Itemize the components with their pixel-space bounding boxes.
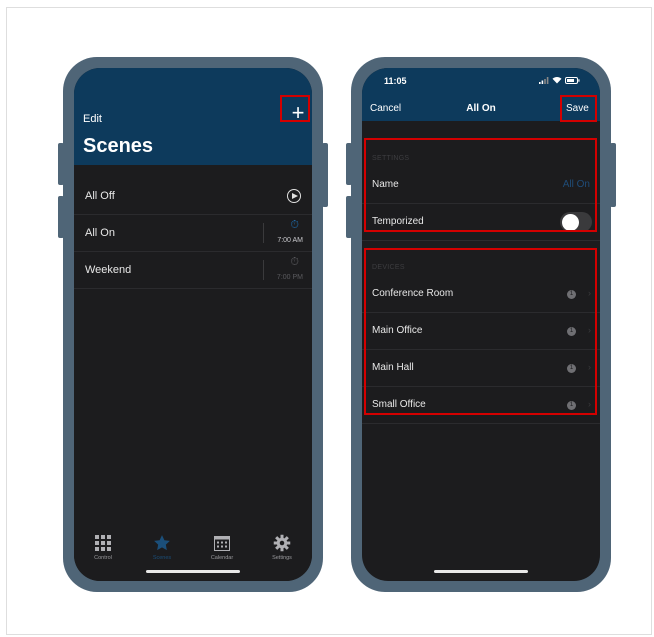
nav-header: 11:05 Cancel All On Save bbox=[362, 68, 600, 121]
play-icon[interactable] bbox=[287, 189, 301, 203]
status-time: 11:05 bbox=[384, 76, 407, 86]
grid-icon bbox=[78, 534, 128, 552]
toggle-knob bbox=[561, 213, 579, 231]
devices-section-header: DEVICES bbox=[372, 264, 405, 271]
name-row[interactable]: Name All On bbox=[362, 167, 600, 204]
gear-icon bbox=[257, 534, 307, 552]
tab-label: Control bbox=[94, 555, 112, 561]
tab-control[interactable]: Control bbox=[78, 534, 128, 561]
page-title: Scenes bbox=[83, 135, 154, 157]
scene-row-all-off[interactable]: All Off bbox=[74, 178, 312, 215]
wifi-icon bbox=[552, 76, 562, 84]
device-row-small-office[interactable]: Small Office 1 › bbox=[362, 387, 600, 424]
scene-name: All On bbox=[85, 227, 115, 239]
battery-icon bbox=[565, 76, 580, 84]
status-icons bbox=[539, 76, 580, 84]
tab-settings[interactable]: Settings bbox=[257, 534, 307, 561]
tab-label: Settings bbox=[272, 555, 292, 561]
scenes-header: Edit + Scenes bbox=[74, 68, 312, 165]
tab-label: Scenes bbox=[152, 555, 172, 561]
device-name: Main Office bbox=[372, 325, 423, 336]
scene-edit-screen: 11:05 Cancel All On Save SETTINGS Name A… bbox=[362, 68, 600, 581]
device-count-badge: 1 bbox=[567, 327, 576, 336]
edit-button[interactable]: Edit bbox=[83, 113, 102, 125]
device-count-badge: 1 bbox=[567, 364, 576, 373]
temporized-row: Temporized bbox=[362, 204, 600, 241]
star-icon bbox=[137, 534, 187, 552]
home-indicator bbox=[434, 570, 528, 573]
phone-scenes-list: Edit + Scenes All Off All On ⏱ 7:00 AM W… bbox=[58, 57, 328, 592]
tab-calendar[interactable]: Calendar bbox=[197, 534, 247, 561]
scene-row-weekend[interactable]: Weekend ⏱ 7:00 PM bbox=[74, 252, 312, 289]
tab-scenes[interactable]: Scenes bbox=[137, 534, 187, 561]
timer-icon: ⏱ bbox=[290, 219, 299, 231]
temporized-label: Temporized bbox=[372, 216, 424, 227]
divider bbox=[263, 223, 264, 243]
scene-time: 7:00 AM bbox=[277, 237, 303, 244]
scene-name: Weekend bbox=[85, 264, 132, 276]
calendar-icon bbox=[197, 534, 247, 552]
device-name: Small Office bbox=[372, 399, 426, 410]
volume-up-button bbox=[58, 143, 64, 185]
settings-section-header: SETTINGS bbox=[372, 155, 410, 162]
device-name: Conference Room bbox=[372, 288, 454, 299]
device-row-main-office[interactable]: Main Office 1 › bbox=[362, 313, 600, 350]
divider bbox=[263, 260, 264, 280]
volume-down-button bbox=[58, 196, 64, 238]
scene-time: 7:00 PM bbox=[276, 274, 303, 281]
scene-row-all-on[interactable]: All On ⏱ 7:00 AM bbox=[74, 215, 312, 252]
chevron-right-icon: › bbox=[588, 399, 591, 409]
volume-up-button bbox=[346, 143, 352, 185]
tab-label: Calendar bbox=[210, 555, 234, 561]
device-row-main-hall[interactable]: Main Hall 1 › bbox=[362, 350, 600, 387]
chevron-right-icon: › bbox=[588, 288, 591, 298]
name-label: Name bbox=[372, 179, 399, 190]
phone-scene-editor: 11:05 Cancel All On Save SETTINGS Name A… bbox=[346, 57, 616, 592]
signal-icon bbox=[539, 76, 549, 84]
scene-name: All Off bbox=[85, 190, 115, 202]
scenes-screen: Edit + Scenes All Off All On ⏱ 7:00 AM W… bbox=[74, 68, 312, 581]
device-name: Main Hall bbox=[372, 362, 414, 373]
home-indicator bbox=[146, 570, 240, 573]
volume-down-button bbox=[346, 196, 352, 238]
nav-title: All On bbox=[466, 103, 496, 114]
timer-icon: ⏱ bbox=[290, 256, 299, 268]
chevron-right-icon: › bbox=[588, 362, 591, 372]
scene-list: All Off All On ⏱ 7:00 AM Weekend ⏱ 7:00 … bbox=[74, 178, 312, 289]
add-scene-button[interactable]: + bbox=[284, 98, 312, 128]
name-value[interactable]: All On bbox=[563, 179, 590, 190]
temporized-toggle[interactable] bbox=[560, 212, 592, 232]
power-button bbox=[322, 143, 328, 207]
save-button[interactable]: Save bbox=[566, 103, 589, 114]
chevron-right-icon: › bbox=[588, 325, 591, 335]
device-count-badge: 1 bbox=[567, 290, 576, 299]
device-row-conference-room[interactable]: Conference Room 1 › bbox=[362, 276, 600, 313]
power-button bbox=[610, 143, 616, 207]
device-count-badge: 1 bbox=[567, 401, 576, 410]
